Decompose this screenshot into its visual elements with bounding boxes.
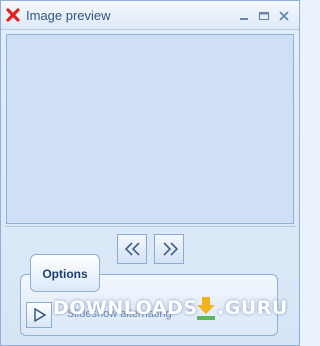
red-x-app-icon (6, 8, 20, 22)
play-slideshow-button[interactable] (26, 302, 52, 328)
next-image-button[interactable] (154, 234, 184, 264)
play-icon (34, 308, 47, 322)
options-tab-label: Options (42, 267, 88, 281)
double-chevron-left-icon (124, 242, 140, 256)
window-title: Image preview (26, 8, 111, 23)
image-preview-area (6, 34, 294, 224)
divider (5, 226, 295, 227)
watermark-text-right: .GURU (217, 297, 288, 319)
options-tab[interactable]: Options (30, 254, 100, 292)
previous-image-button[interactable] (117, 234, 147, 264)
watermark-text-left: DOWNLOADS (53, 297, 198, 319)
maximize-icon[interactable] (257, 9, 271, 21)
close-icon[interactable] (277, 9, 291, 21)
double-chevron-right-icon (163, 242, 179, 256)
download-arrow-icon (197, 297, 215, 320)
title-bar[interactable]: Image preview (1, 1, 299, 30)
watermark: DOWNLOADS .GURU (53, 294, 287, 330)
image-preview-window: Image preview Options Slideshow alternat… (0, 0, 300, 346)
minimize-icon[interactable] (237, 9, 251, 21)
